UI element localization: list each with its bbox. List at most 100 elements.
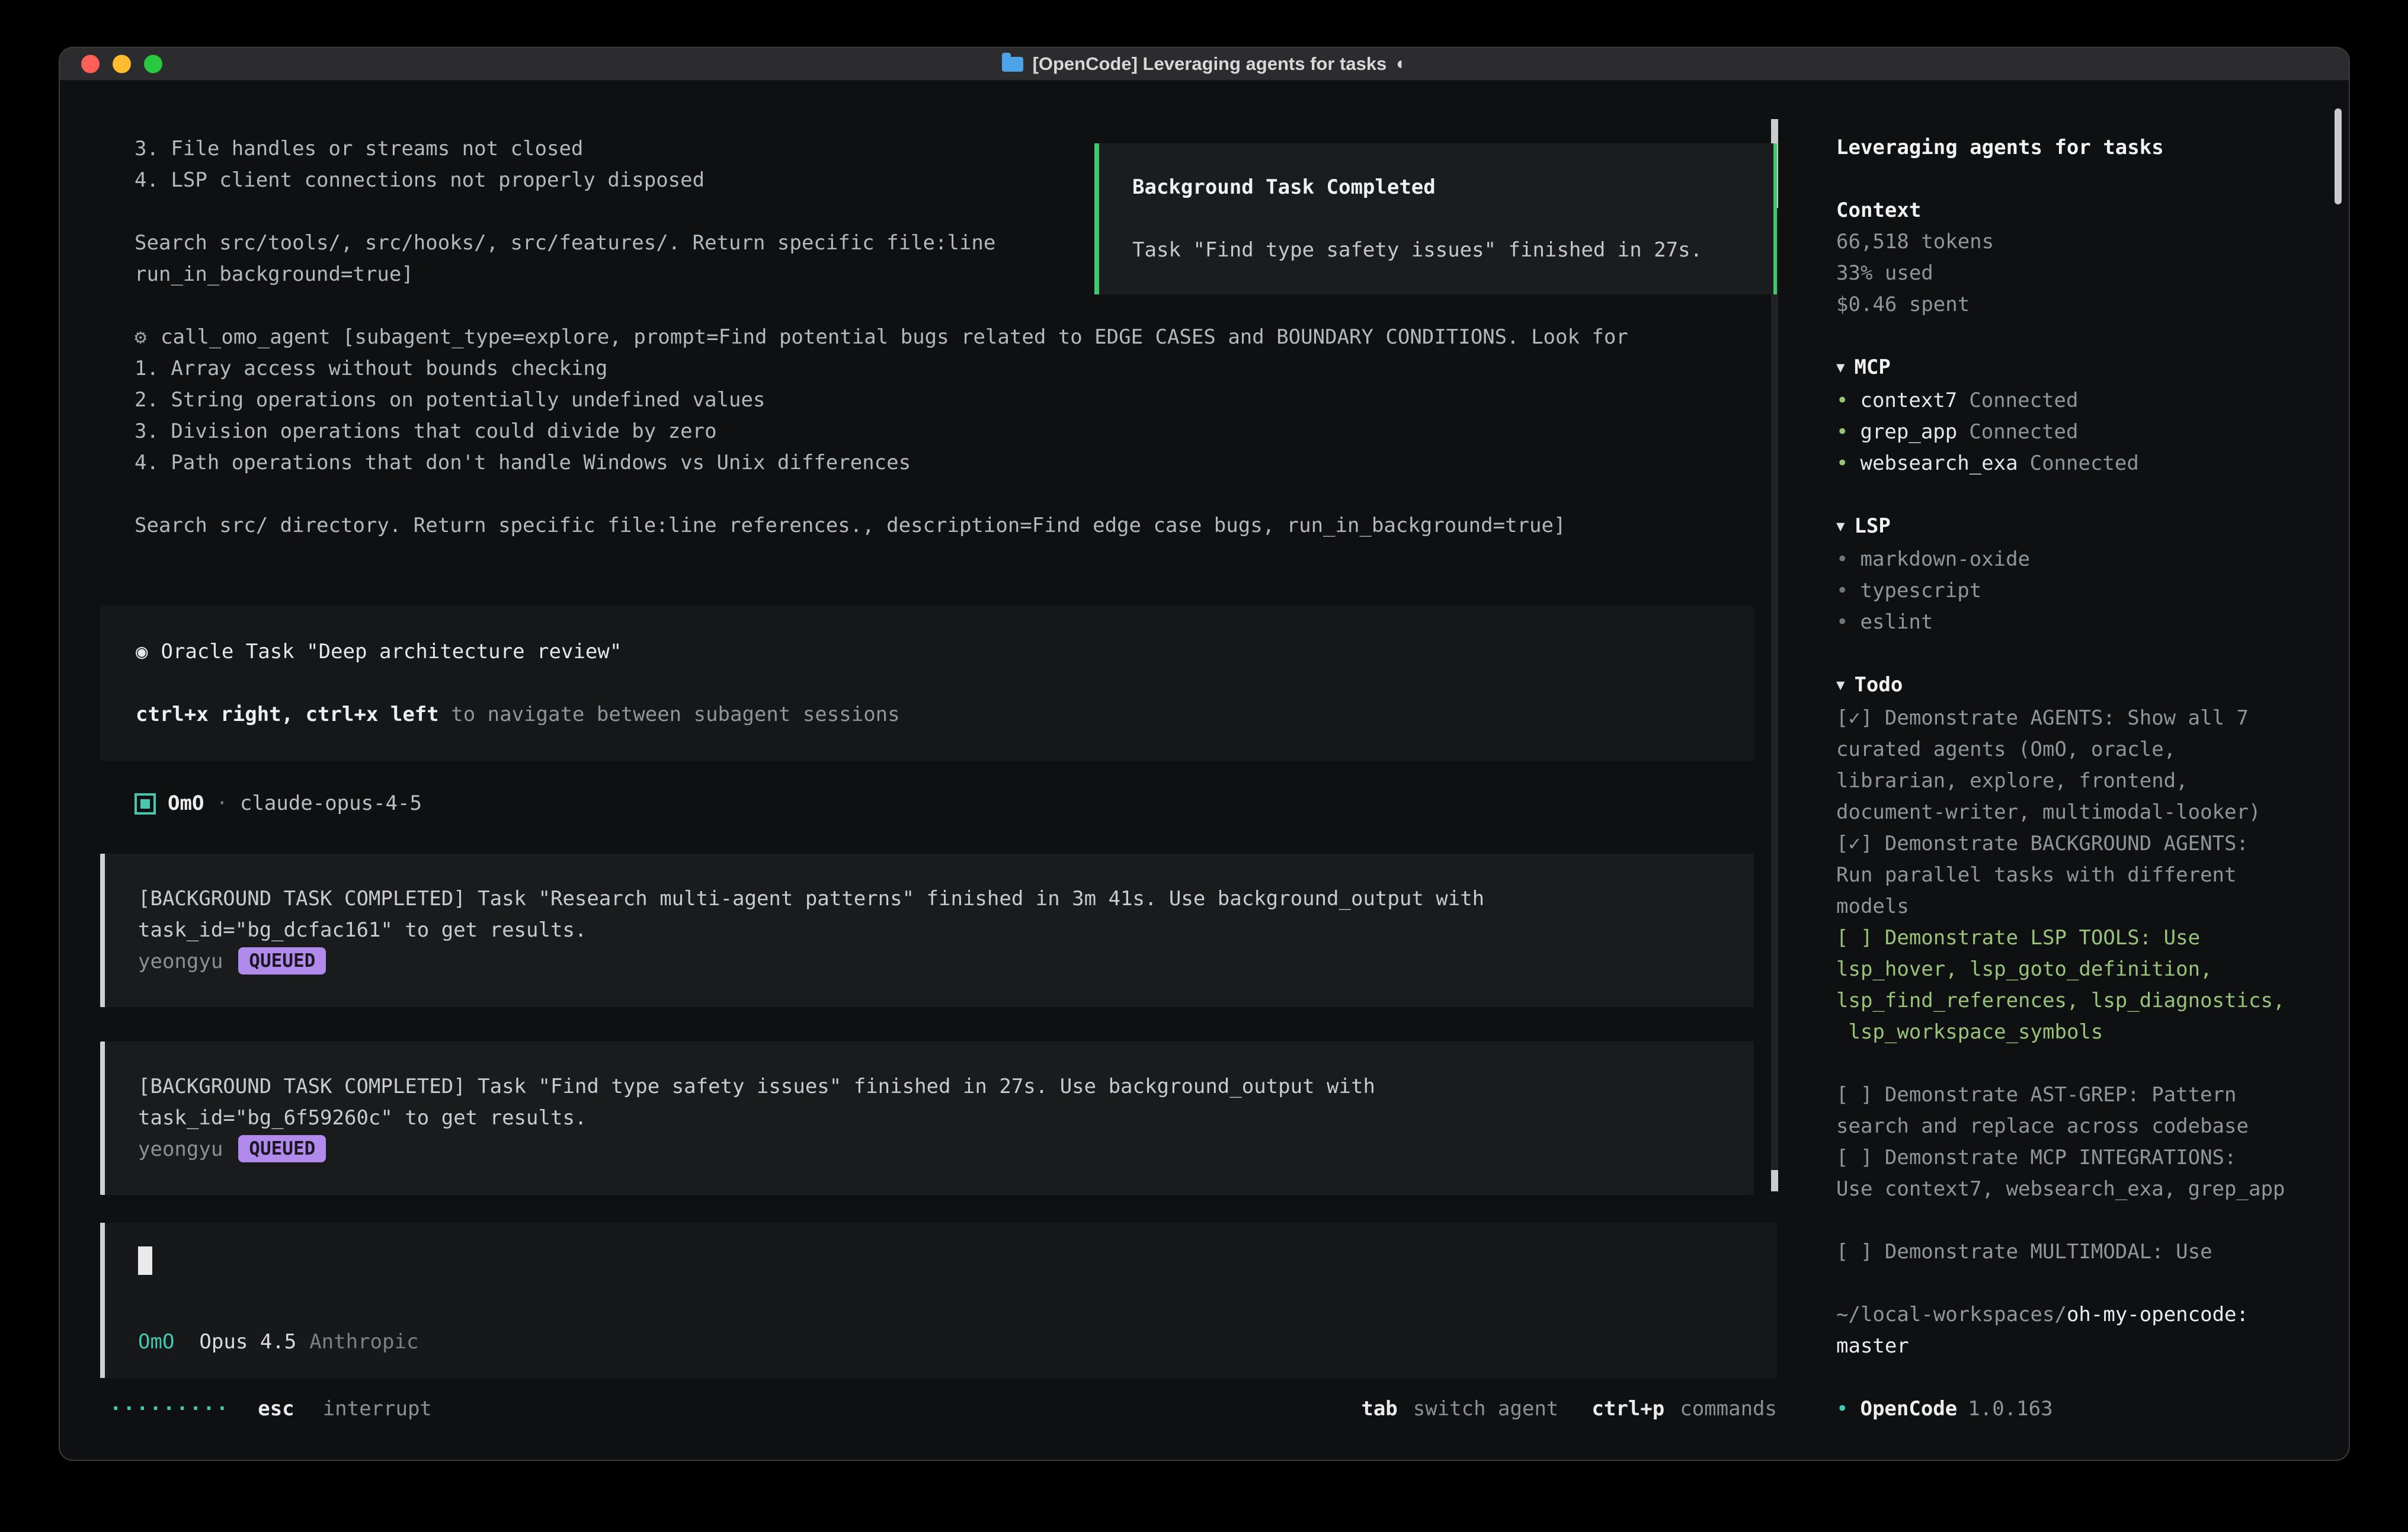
workspace-branch: master [1836,1331,2316,1362]
todo-item-lsp-tools: [ ] Demonstrate LSP TOOLS: Use lsp_hover… [1836,922,2316,1048]
task-message-meta: yeongyuQUEUED [138,946,1721,977]
mcp-item-status: Connected [2030,451,2139,475]
app-version-footer: •OpenCode1.0.163 [1836,1393,2316,1425]
background-task-message-2: [BACKGROUND TASK COMPLETED] Task "Find t… [100,1041,1754,1195]
oracle-hint-keys: ctrl+x right, ctrl+x left [136,703,439,726]
chevron-down-icon: ▼ [1836,352,1845,383]
window-titlebar[interactable]: [OpenCode] Leveraging agents for tasks ◐ [60,48,2349,81]
context-spent: $0.46 spent [1836,289,2316,320]
tab-key-label: switch agent [1413,1393,1559,1425]
terminal-window: [OpenCode] Leveraging agents for tasks ◐… [59,47,2350,1461]
lsp-section-heading[interactable]: ▼ LSP [1836,511,2316,544]
context-heading: Context [1836,195,2316,226]
status-bar-right: tab switch agent ctrl+p commands [1361,1393,1777,1425]
oracle-hint-text: to navigate between subagent sessions [439,703,900,726]
agent-icon [135,793,156,815]
bullet-icon: • [1836,547,1848,571]
agent-header: OmO · claude-opus-4-5 [135,788,1811,819]
mcp-item-websearch-exa: • websearch_exa Connected [1836,448,2316,479]
lsp-item-name: markdown-oxide [1860,547,2030,571]
session-sidebar[interactable]: Leveraging agents for tasks Context 66,5… [1811,81,2349,1460]
lsp-item-name: eslint [1860,610,1933,634]
todo-item-ast-grep: [ ] Demonstrate AST-GREP: Pattern search… [1836,1079,2316,1142]
oracle-navigation-hint: ctrl+x right, ctrl+x left to navigate be… [136,699,1718,730]
oracle-task-title-row: ◉ Oracle Task "Deep architecture review" [136,636,1718,668]
todo-item-agents: [✓] Demonstrate AGENTS: Show all 7 curat… [1836,703,2316,828]
esc-key-hint: esc [258,1393,294,1425]
tool-call-block: ⚙call_omo_agent [subagent_type=explore, … [135,322,1811,541]
minimize-button[interactable] [113,55,131,73]
background-task-message-1: [BACKGROUND TASK COMPLETED] Task "Resear… [100,854,1754,1007]
status-bullet-icon: • [1836,451,1848,475]
window-content: 3. File handles or streams not closed 4.… [60,81,2349,1460]
workspace-section: ~/local-workspaces/oh-my-opencode: maste… [1836,1299,2316,1362]
window-title: [OpenCode] Leveraging agents for tasks ◐ [1002,53,1407,75]
record-circle-icon: ◉ [136,640,148,664]
traffic-lights [81,55,162,73]
status-bar: ········· esc interrupt tab switch agent… [60,1393,1811,1425]
app-name: OpenCode [1860,1397,1957,1421]
task-author: yeongyu [138,950,223,973]
workspace-path-prefix: ~/local-workspaces/ [1836,1303,2067,1326]
input-provider-name: Anthropic [309,1326,418,1358]
task-author: yeongyu [138,1137,223,1161]
mcp-item-status: Connected [1969,389,2078,412]
input-meta-row: OmO Opus 4.5 Anthropic [138,1326,1744,1358]
prompt-input[interactable]: OmO Opus 4.5 Anthropic [100,1223,1777,1378]
mcp-item-context7: • context7 Connected [1836,385,2316,416]
mcp-item-name: context7 [1860,389,1957,412]
chevron-down-icon: ▼ [1836,669,1845,701]
input-model-name: Opus 4.5 [199,1326,296,1358]
mcp-item-name: websearch_exa [1860,451,2018,475]
status-bullet-icon: • [1836,420,1848,444]
tool-call-text: call_omo_agent [subagent_type=explore, p… [135,325,1628,537]
mcp-item-grep-app: • grep_app Connected [1836,416,2316,448]
busy-spinner-icon: ◐ [1396,54,1407,74]
bullet-icon: • [1836,610,1848,634]
lsp-item-typescript: •typescript [1836,575,2316,607]
task-message-text: [BACKGROUND TASK COMPLETED] Task "Resear… [138,883,1721,946]
commands-key-label: commands [1680,1393,1777,1425]
folder-icon [1002,57,1023,72]
todo-heading-label: Todo [1854,673,1903,697]
close-button[interactable] [81,55,100,73]
spinner-dots-icon: ········· [110,1393,229,1425]
commands-key-hint: ctrl+p [1592,1393,1664,1425]
oracle-task-title: Oracle Task "Deep architecture review" [161,640,622,664]
mcp-item-name: grep_app [1860,420,1957,444]
lsp-heading-label: LSP [1854,514,1890,538]
toast-title: Background Task Completed [1132,172,1740,203]
toast-notification: Background Task Completed Task "Find typ… [1094,143,1777,294]
input-agent-name: OmO [138,1326,174,1358]
todo-item-background-agents: [✓] Demonstrate BACKGROUND AGENTS: Run p… [1836,828,2316,922]
todo-section-heading[interactable]: ▼ Todo [1836,669,2316,703]
workspace-path-row: ~/local-workspaces/oh-my-opencode: [1836,1299,2316,1331]
todo-item-mcp-integrations: [ ] Demonstrate MCP INTEGRATIONS: Use co… [1836,1142,2316,1205]
lsp-item-eslint: • eslint [1836,607,2316,638]
status-bullet-icon: • [1836,389,1848,412]
tab-key-hint: tab [1361,1393,1397,1425]
mcp-item-status: Connected [1969,420,2078,444]
session-main-pane[interactable]: 3. File handles or streams not closed 4.… [60,81,1811,1460]
queued-badge: QUEUED [238,1135,326,1162]
agent-model-separator: · [216,788,228,819]
todo-item-multimodal: [ ] Demonstrate MULTIMODAL: Use [1836,1236,2316,1268]
window-title-text: [OpenCode] Leveraging agents for tasks [1033,53,1387,75]
todo-section: ▼ Todo [✓] Demonstrate AGENTS: Show all 7… [1836,669,2316,1268]
app-version: 1.0.163 [1968,1397,2052,1421]
main-scrollbar-thumb-bottom[interactable] [1771,1170,1778,1191]
esc-key-label: interrupt [323,1393,432,1425]
task-message-text: [BACKGROUND TASK COMPLETED] Task "Find t… [138,1071,1721,1134]
zoom-button[interactable] [144,55,162,73]
context-tokens: 66,518 tokens [1836,226,2316,258]
session-title: Leveraging agents for tasks [1836,132,2316,164]
text-cursor [138,1246,152,1275]
mcp-section-heading[interactable]: ▼MCP [1836,352,2316,385]
mcp-section: ▼MCP • context7 Connected • grep_app Connect… [1836,352,2316,479]
toast-body: Task "Find type safety issues" finished … [1132,235,1740,266]
agent-model: claude-opus-4-5 [240,788,422,819]
task-message-meta: yeongyu QUEUED [138,1134,1721,1165]
sidebar-scrollbar-thumb[interactable] [2335,108,2342,204]
chevron-down-icon: ▼ [1836,511,1845,542]
context-section: Context 66,518 tokens 33% used $0.46 spe… [1836,195,2316,320]
